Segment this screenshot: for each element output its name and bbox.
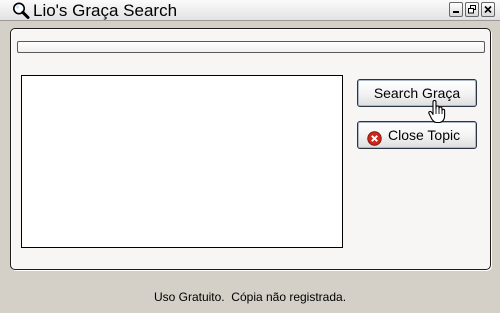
close-topic-label: Close Topic xyxy=(388,127,461,143)
search-button[interactable]: Search Graça xyxy=(357,79,477,107)
window-title: Lio's Graça Search xyxy=(33,1,178,20)
close-icon xyxy=(484,5,492,14)
title-bar[interactable]: Lio's Graça Search xyxy=(0,0,500,21)
magnifier-icon xyxy=(11,1,31,20)
minimize-icon xyxy=(453,11,459,13)
minimize-button[interactable] xyxy=(449,2,463,17)
restore-button[interactable] xyxy=(465,2,479,17)
close-topic-button[interactable]: Close Topic xyxy=(357,121,477,149)
hand-cursor-icon xyxy=(428,99,446,124)
search-button-label: Search Graça xyxy=(373,85,461,101)
main-panel: Search Graça Close Topic xyxy=(10,28,491,270)
restore-icon xyxy=(468,5,476,14)
progress-bar xyxy=(17,41,485,53)
close-window-button[interactable] xyxy=(481,2,495,17)
red-x-circle-icon xyxy=(367,128,382,146)
status-text: Uso Gratuito. Cópia não registrada. xyxy=(153,290,347,304)
results-list[interactable] xyxy=(21,75,343,248)
